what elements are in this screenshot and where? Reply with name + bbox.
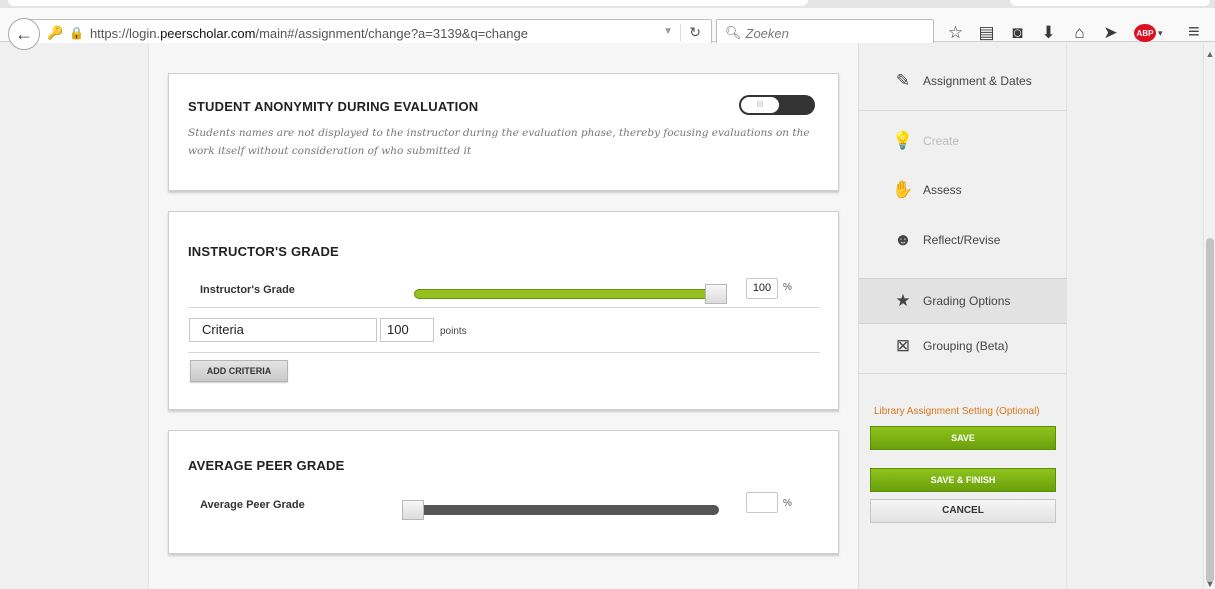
- pocket-icon[interactable]: ◙: [1002, 23, 1033, 43]
- send-icon[interactable]: ➤: [1095, 23, 1126, 43]
- peer-grade-slider-track[interactable]: [411, 505, 719, 515]
- page: STUDENT ANONYMITY DURING EVALUATION III …: [0, 43, 1215, 589]
- tab-strip: [0, 0, 1215, 8]
- instructor-grade-slider-handle[interactable]: [705, 284, 727, 304]
- sidebar-item-label: Assess: [923, 183, 962, 197]
- lightbulb-icon: 💡: [892, 131, 914, 150]
- save-button[interactable]: SAVE: [870, 426, 1056, 450]
- instructor-grade-label: Instructor's Grade: [200, 284, 295, 296]
- sidebar-item-assignment-dates[interactable]: ✎ Assignment & Dates: [859, 56, 1067, 106]
- library-assignment-setting-link[interactable]: Library Assignment Setting (Optional): [874, 406, 1040, 417]
- add-criteria-button[interactable]: ADD CRITERIA: [190, 360, 288, 382]
- lock-icon[interactable]: 🔒: [69, 26, 84, 40]
- instructor-grade-percent-input[interactable]: 100: [746, 278, 778, 299]
- adblock-icon[interactable]: ABP: [1134, 24, 1156, 42]
- download-icon[interactable]: ⬇: [1033, 23, 1064, 43]
- points-label: points: [440, 326, 467, 337]
- anonymity-title: STUDENT ANONYMITY DURING EVALUATION: [188, 99, 479, 114]
- head-icon: ☻: [894, 230, 912, 249]
- nav-divider: [859, 110, 1067, 111]
- nav-divider: [859, 373, 1067, 374]
- peer-grade-title: AVERAGE PEER GRADE: [188, 458, 345, 473]
- sidebar: ✎ Assignment & Dates 💡 Create ✋ Assess ☻…: [858, 43, 1067, 589]
- reload-icon[interactable]: ↻: [680, 24, 701, 41]
- sidebar-item-assess[interactable]: ✋ Assess: [859, 165, 1067, 215]
- url-text[interactable]: https://login.peerscholar.com/main#/assi…: [90, 26, 528, 41]
- reading-list-icon[interactable]: ▤: [971, 23, 1002, 43]
- instructor-grade-slider-track[interactable]: [414, 289, 714, 299]
- instructor-grade-card: INSTRUCTOR'S GRADE Instructor's Grade 10…: [168, 211, 839, 410]
- peer-grade-card: AVERAGE PEER GRADE Average Peer Grade %: [168, 430, 839, 554]
- cancel-button[interactable]: CANCEL: [870, 499, 1056, 523]
- anonymity-card: STUDENT ANONYMITY DURING EVALUATION III …: [168, 73, 839, 191]
- home-icon[interactable]: ⌂: [1064, 23, 1095, 43]
- page-scrollbar[interactable]: ▲ ▼: [1203, 43, 1215, 589]
- adblock-menu-icon[interactable]: ▾: [1158, 28, 1163, 39]
- sidebar-item-label: Reflect/Revise: [923, 233, 1001, 247]
- scroll-thumb[interactable]: [1206, 238, 1214, 583]
- criteria-name-input[interactable]: Criteria: [189, 318, 377, 342]
- instructor-grade-title: INSTRUCTOR'S GRADE: [188, 244, 339, 259]
- back-arrow-icon: ←: [15, 23, 33, 44]
- hands-icon: ✋: [892, 180, 914, 199]
- browser-toolbar: 🔑 🔒 https://login.peerscholar.com/main#/…: [0, 0, 1215, 50]
- search-placeholder: Zoeken: [745, 25, 789, 41]
- sidebar-item-grading-options[interactable]: ★ Grading Options: [859, 278, 1067, 324]
- back-button[interactable]: ←: [8, 18, 40, 50]
- sidebar-item-reflect-revise[interactable]: ☻ Reflect/Revise: [859, 215, 1067, 265]
- peer-grade-label: Average Peer Grade: [200, 499, 305, 511]
- save-finish-button[interactable]: SAVE & FINISH: [870, 468, 1056, 492]
- peer-grade-percent-input[interactable]: [746, 492, 778, 513]
- star-icon: ★: [895, 291, 911, 310]
- peer-grade-slider-handle[interactable]: [402, 500, 424, 520]
- url-dropdown-icon[interactable]: ▼: [663, 26, 673, 37]
- search-icon: 🔍︎: [725, 25, 742, 40]
- divider: [188, 352, 820, 353]
- hamburger-menu-icon[interactable]: ≡: [1188, 21, 1200, 44]
- instructor-grade-percent-sign: %: [783, 282, 792, 293]
- peer-grade-percent-sign: %: [783, 498, 792, 509]
- sidebar-item-label: Assignment & Dates: [923, 74, 1032, 88]
- edit-icon: ✎: [895, 71, 911, 90]
- sidebar-item-create[interactable]: 💡 Create: [859, 116, 1067, 166]
- sidebar-item-label: Grouping (Beta): [923, 339, 1009, 353]
- anonymity-description: Students names are not displayed to the …: [188, 127, 810, 157]
- sidebar-item-grouping[interactable]: ⊠ Grouping (Beta): [859, 321, 1067, 371]
- anonymity-toggle[interactable]: III: [739, 95, 815, 115]
- sidebar-item-label: Grading Options: [923, 294, 1011, 308]
- bookmark-star-icon[interactable]: ☆: [940, 23, 971, 43]
- left-gutter: [0, 43, 148, 589]
- toggle-knob[interactable]: III: [741, 97, 779, 113]
- criteria-points-input[interactable]: 100: [380, 318, 434, 342]
- sidebar-item-label: Create: [923, 134, 960, 148]
- divider: [188, 307, 820, 308]
- grouping-icon: ⊠: [895, 336, 911, 355]
- key-icon[interactable]: 🔑: [47, 25, 63, 41]
- scroll-up-icon[interactable]: ▲: [1204, 49, 1215, 59]
- scroll-down-icon[interactable]: ▼: [1204, 579, 1215, 589]
